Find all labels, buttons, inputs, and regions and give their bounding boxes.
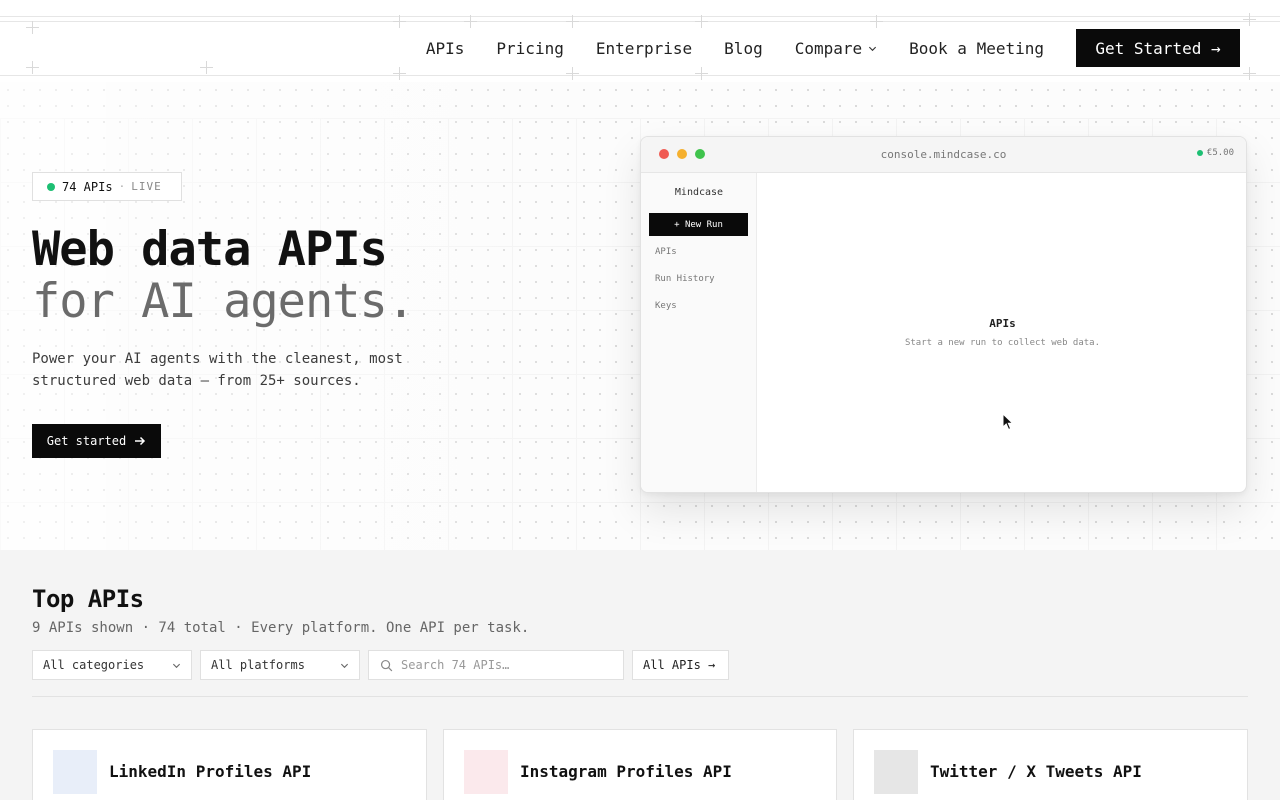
api-count: 74 APIs bbox=[62, 179, 113, 194]
plus-mark-icon bbox=[393, 67, 406, 80]
credit-balance: €5.00 bbox=[1196, 148, 1234, 158]
plus-mark-icon bbox=[26, 61, 39, 74]
api-card-title: Twitter / X Tweets API bbox=[930, 762, 1142, 781]
api-count-badge: 74 APIs · LIVE bbox=[32, 172, 182, 201]
chevron-down-icon bbox=[172, 663, 181, 669]
category-filter-select[interactable]: All categories bbox=[32, 650, 192, 680]
new-run-button[interactable]: + New Run bbox=[649, 213, 748, 236]
credit-amount: €5.00 bbox=[1206, 148, 1234, 158]
get-started-label: Get started bbox=[46, 434, 127, 448]
console-sidebar-item-run-history[interactable]: Run History bbox=[655, 274, 715, 284]
plus-mark-icon bbox=[1243, 67, 1256, 80]
grid-line bbox=[0, 21, 1280, 22]
platform-filter-select[interactable]: All platforms bbox=[200, 650, 360, 680]
window-titlebar: console.mindcase.co €5.00 bbox=[641, 137, 1246, 173]
top-apis-section: Top APIs 9 APIs shown · 74 total · Every… bbox=[0, 550, 1280, 800]
grid-line bbox=[0, 16, 1280, 17]
api-card-title: LinkedIn Profiles API bbox=[109, 762, 312, 781]
chevron-down-icon bbox=[869, 46, 877, 51]
instagram-logo-icon bbox=[464, 750, 508, 794]
console-sidebar: Mindcase + New Run APIs Run History Keys bbox=[641, 173, 757, 492]
twitter-x-logo-icon bbox=[874, 750, 918, 794]
all-apis-link[interactable]: All APIs → bbox=[632, 650, 729, 680]
live-status-label: LIVE bbox=[131, 180, 162, 193]
live-status-dot-icon bbox=[47, 182, 55, 191]
get-started-nav-button[interactable]: Get Started → bbox=[1076, 29, 1240, 67]
credit-status-dot-icon bbox=[1196, 150, 1203, 156]
plus-mark-icon bbox=[26, 21, 39, 34]
search-input[interactable]: Search 74 APIs… bbox=[368, 650, 624, 680]
hero-title: Web data APIs bbox=[32, 222, 388, 277]
hero-subtitle: Power your AI agents with the cleanest, … bbox=[32, 351, 403, 389]
nav-link-compare-label: Compare bbox=[794, 38, 863, 58]
plus-mark-icon bbox=[200, 61, 213, 74]
search-placeholder: Search 74 APIs… bbox=[401, 658, 510, 672]
window-url: console.mindcase.co bbox=[880, 148, 1007, 161]
api-card-twitter-tweets[interactable]: Twitter / X Tweets API bbox=[853, 729, 1248, 800]
plus-mark-icon bbox=[566, 15, 579, 28]
console-panel-title: APIs bbox=[989, 317, 1016, 330]
category-filter-value: All categories bbox=[43, 658, 145, 672]
mouse-cursor-icon bbox=[1002, 413, 1014, 431]
plus-mark-icon bbox=[870, 15, 883, 28]
console-brand: Mindcase bbox=[674, 187, 724, 198]
plus-mark-icon bbox=[464, 15, 477, 28]
search-icon bbox=[380, 659, 393, 672]
linkedin-logo-icon bbox=[53, 750, 97, 794]
chevron-down-icon bbox=[340, 663, 349, 669]
console-preview-window: console.mindcase.co €5.00 Mindcase + New… bbox=[640, 136, 1247, 493]
grid-line bbox=[0, 75, 1280, 76]
nav-link-blog[interactable]: Blog bbox=[724, 39, 763, 58]
get-started-hero-button[interactable]: Get started bbox=[32, 424, 161, 458]
main-nav: APIs Pricing Enterprise Blog Compare Boo… bbox=[426, 29, 1240, 67]
nav-link-compare[interactable]: Compare bbox=[795, 39, 877, 58]
plus-mark-icon bbox=[566, 67, 579, 80]
platform-filter-value: All platforms bbox=[211, 658, 305, 672]
console-panel-description: Start a new run to collect web data. bbox=[904, 338, 1101, 348]
section-divider bbox=[32, 696, 1248, 697]
badge-separator: · bbox=[118, 180, 126, 193]
console-sidebar-item-apis[interactable]: APIs bbox=[655, 247, 677, 257]
plus-mark-icon bbox=[1243, 13, 1256, 26]
api-card-linkedin-profiles[interactable]: LinkedIn Profiles API bbox=[32, 729, 427, 800]
nav-link-book-meeting[interactable]: Book a Meeting bbox=[909, 39, 1044, 58]
section-meta: 9 APIs shown · 74 total · Every platform… bbox=[32, 620, 530, 636]
section-title: Top APIs bbox=[32, 585, 144, 613]
api-card-instagram-profiles[interactable]: Instagram Profiles API bbox=[443, 729, 837, 800]
nav-link-apis[interactable]: APIs bbox=[426, 39, 465, 58]
arrow-right-icon bbox=[135, 436, 146, 446]
api-card-title: Instagram Profiles API bbox=[520, 762, 732, 781]
console-sidebar-item-keys[interactable]: Keys bbox=[655, 301, 677, 311]
hero-title-accent: for AI agents. bbox=[32, 274, 415, 329]
nav-link-enterprise[interactable]: Enterprise bbox=[596, 39, 692, 58]
nav-link-pricing[interactable]: Pricing bbox=[496, 39, 563, 58]
plus-mark-icon bbox=[695, 15, 708, 28]
plus-mark-icon bbox=[393, 15, 406, 28]
plus-mark-icon bbox=[695, 67, 708, 80]
top-nav-band: APIs Pricing Enterprise Blog Compare Boo… bbox=[0, 0, 1280, 82]
